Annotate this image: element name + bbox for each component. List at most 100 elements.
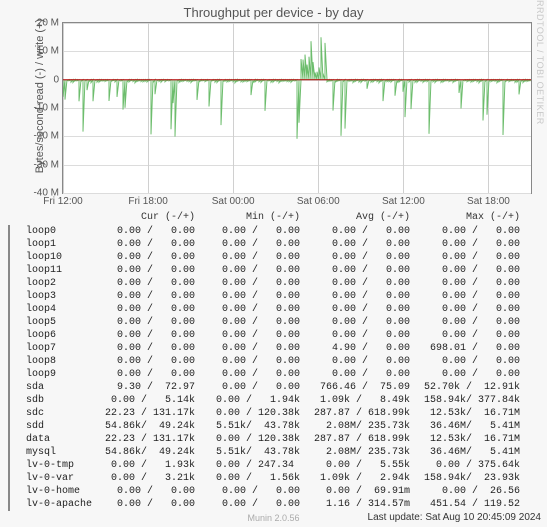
legend-min: 0.00 / 1.94k — [199, 394, 304, 407]
legend-max: 158.94k/ 377.84k — [414, 394, 524, 407]
legend-swatch — [8, 459, 10, 472]
legend-avg: 0.00 / 0.00 — [304, 316, 414, 329]
legend-cur: 54.86k/ 49.24k — [94, 420, 199, 433]
legend-cur: 0.00 / 0.00 — [94, 485, 199, 498]
legend-row: loop90.00 / 0.000.00 / 0.000.00 / 0.000.… — [8, 368, 539, 381]
legend-max: 36.46M/ 5.41M — [414, 446, 524, 459]
legend-min: 0.00 / 0.00 — [199, 290, 304, 303]
legend-avg: 1.16 / 314.57m — [304, 498, 414, 511]
legend-min: 0.00 / 0.00 — [199, 277, 304, 290]
legend-row: loop100.00 / 0.000.00 / 0.000.00 / 0.000… — [8, 251, 539, 264]
legend-row: loop20.00 / 0.000.00 / 0.000.00 / 0.000.… — [8, 277, 539, 290]
legend: Cur (-/+) Min (-/+) Avg (-/+) Max (-/+) … — [8, 211, 539, 511]
legend-row: loop10.00 / 0.000.00 / 0.000.00 / 0.000.… — [8, 238, 539, 251]
legend-name: sdb — [26, 394, 94, 407]
legend-row: data22.23 / 131.17k0.00 / 120.38k287.87 … — [8, 433, 539, 446]
legend-cur: 54.86k/ 49.24k — [94, 446, 199, 459]
legend-cur: 0.00 / 0.00 — [94, 225, 199, 238]
legend-min: 0.00 / 247.34 — [199, 459, 304, 472]
legend-name: loop8 — [26, 355, 94, 368]
legend-avg: 0.00 / 0.00 — [304, 225, 414, 238]
legend-avg: 4.90 / 0.00 — [304, 342, 414, 355]
legend-cur: 0.00 / 0.00 — [94, 368, 199, 381]
x-tick-label: Sat 12:00 — [382, 196, 425, 207]
hdr-min: Min (-/+) — [199, 211, 304, 224]
legend-row: loop60.00 / 0.000.00 / 0.000.00 / 0.000.… — [8, 329, 539, 342]
y-tick-label: 10 M — [37, 46, 59, 57]
legend-name: mysql — [26, 446, 94, 459]
legend-name: loop5 — [26, 316, 94, 329]
legend-swatch — [8, 238, 10, 251]
legend-max: 0.00 / 0.00 — [414, 238, 524, 251]
legend-max: 698.01 / 0.00 — [414, 342, 524, 355]
legend-max: 0.00 / 0.00 — [414, 329, 524, 342]
legend-row: mysql54.86k/ 49.24k5.51k/ 43.78k2.08M/ 2… — [8, 446, 539, 459]
legend-min: 0.00 / 0.00 — [199, 498, 304, 511]
legend-cur: 0.00 / 0.00 — [94, 264, 199, 277]
legend-name: lv-0-apache — [26, 498, 94, 511]
legend-cur: 0.00 / 0.00 — [94, 342, 199, 355]
legend-avg: 0.00 / 0.00 — [304, 290, 414, 303]
legend-max: 0.00 / 0.00 — [414, 316, 524, 329]
x-tick-label: Fri 12:00 — [43, 196, 82, 207]
legend-avg: 0.00 / 0.00 — [304, 329, 414, 342]
y-tick-label: -20 M — [33, 131, 59, 142]
legend-max: 0.00 / 0.00 — [414, 303, 524, 316]
legend-min: 0.00 / 0.00 — [199, 264, 304, 277]
legend-max: 52.70k / 12.91k — [414, 381, 524, 394]
legend-name: sdc — [26, 407, 94, 420]
legend-cur: 22.23 / 131.17k — [94, 407, 199, 420]
hdr-avg: Avg (-/+) — [304, 211, 414, 224]
legend-row: lv-0-var0.00 / 3.21k0.00 / 1.56k1.09k / … — [8, 472, 539, 485]
legend-min: 0.00 / 0.00 — [199, 485, 304, 498]
legend-swatch — [8, 394, 10, 407]
legend-cur: 0.00 / 5.14k — [94, 394, 199, 407]
legend-avg: 766.46 / 75.09 — [304, 381, 414, 394]
x-tick-label: Fri 18:00 — [128, 196, 167, 207]
legend-avg: 2.08M/ 235.73k — [304, 446, 414, 459]
legend-max: 0.00 / 0.00 — [414, 251, 524, 264]
legend-row: loop30.00 / 0.000.00 / 0.000.00 / 0.000.… — [8, 290, 539, 303]
legend-name: loop6 — [26, 329, 94, 342]
legend-name: loop2 — [26, 277, 94, 290]
legend-name: loop7 — [26, 342, 94, 355]
chart-title: Throughput per device - by day — [0, 5, 547, 20]
legend-cur: 9.30 / 72.97 — [94, 381, 199, 394]
legend-avg: 0.00 / 0.00 — [304, 303, 414, 316]
legend-min: 0.00 / 0.00 — [199, 251, 304, 264]
legend-cur: 0.00 / 0.00 — [94, 277, 199, 290]
y-tick-label: -30 M — [33, 159, 59, 170]
legend-cur: 0.00 / 0.00 — [94, 316, 199, 329]
legend-max: 0.00 / 0.00 — [414, 277, 524, 290]
legend-name: loop10 — [26, 251, 94, 264]
legend-swatch — [8, 407, 10, 420]
legend-swatch — [8, 225, 10, 238]
legend-min: 0.00 / 0.00 — [199, 225, 304, 238]
chart-container: Throughput per device - by day RRDTOOL /… — [0, 0, 547, 527]
legend-swatch — [8, 498, 10, 511]
x-tick-label: Sat 06:00 — [297, 196, 340, 207]
legend-cur: 22.23 / 131.17k — [94, 433, 199, 446]
legend-swatch — [8, 316, 10, 329]
legend-avg: 1.09k / 2.94k — [304, 472, 414, 485]
legend-max: 0.00 / 0.00 — [414, 290, 524, 303]
legend-swatch — [8, 264, 10, 277]
plot-area: -40 M-30 M-20 M-10 M010 M20 M Fri 12:00F… — [62, 22, 532, 194]
legend-swatch — [8, 290, 10, 303]
legend-row: lv-0-home0.00 / 0.000.00 / 0.000.00 / 69… — [8, 485, 539, 498]
legend-avg: 0.00 / 0.00 — [304, 368, 414, 381]
legend-cur: 0.00 / 0.00 — [94, 251, 199, 264]
legend-swatch — [8, 446, 10, 459]
legend-swatch — [8, 277, 10, 290]
hdr-max: Max (-/+) — [414, 211, 524, 224]
legend-cur: 0.00 / 0.00 — [94, 238, 199, 251]
legend-name: lv-0-tmp — [26, 459, 94, 472]
legend-swatch — [8, 329, 10, 342]
legend-avg: 0.00 / 69.91m — [304, 485, 414, 498]
legend-min: 0.00 / 120.38k — [199, 407, 304, 420]
legend-row: loop40.00 / 0.000.00 / 0.000.00 / 0.000.… — [8, 303, 539, 316]
y-tick-label: -10 M — [33, 103, 59, 114]
legend-swatch — [8, 433, 10, 446]
legend-max: 158.94k/ 23.93k — [414, 472, 524, 485]
legend-avg: 287.87 / 618.99k — [304, 433, 414, 446]
